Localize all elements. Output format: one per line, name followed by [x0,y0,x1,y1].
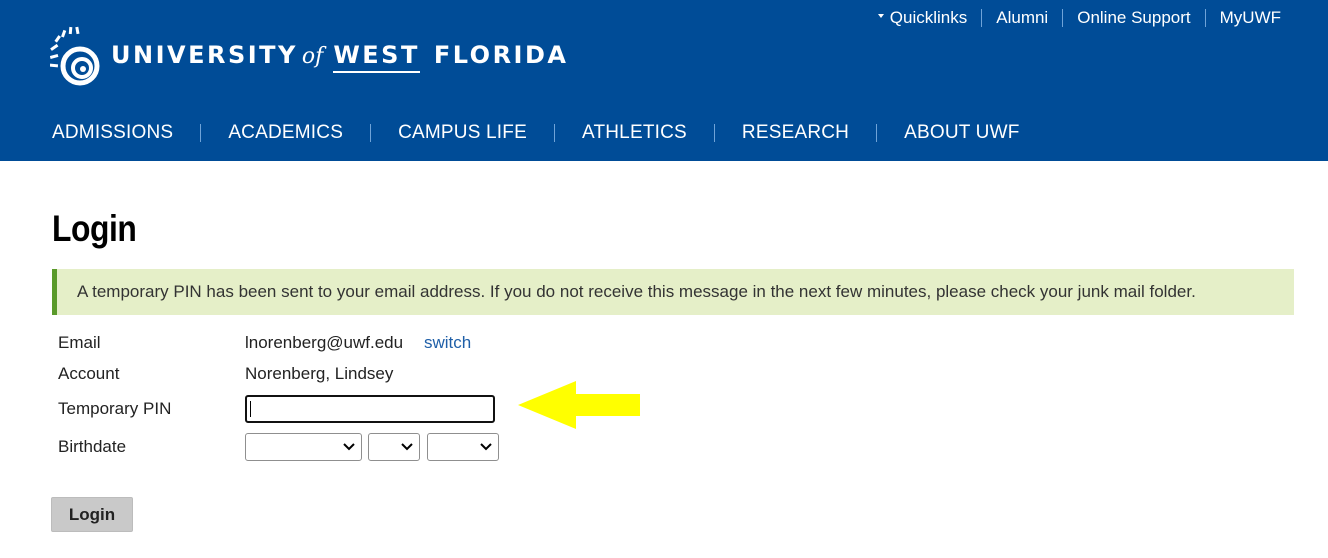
utility-nav: Quicklinks Alumni Online Support MyUWF [877,8,1281,28]
nav-research[interactable]: RESEARCH [742,122,849,144]
quicklinks-link[interactable]: Quicklinks [890,8,967,28]
pin-sent-alert: A temporary PIN has been sent to your em… [52,269,1294,315]
birthdate-day-select[interactable] [368,433,420,461]
online-support-link[interactable]: Online Support [1077,8,1190,28]
logo-text-of: of [301,44,324,69]
caret-down-icon [877,14,884,18]
site-header: UNIVERSITY of WEST FLORIDA Quicklinks Al… [0,0,1328,161]
nav-athletics[interactable]: ATHLETICS [582,122,687,144]
divider [370,124,372,142]
nav-about-uwf[interactable]: ABOUT UWF [904,122,1019,144]
birthdate-label: Birthdate [58,437,127,456]
page-title: Login [52,208,137,249]
account-label: Account [58,364,120,383]
divider [200,124,202,142]
nav-admissions[interactable]: ADMISSIONS [52,122,173,144]
switch-account-link[interactable]: switch [424,333,471,353]
alumni-link[interactable]: Alumni [996,8,1048,28]
divider [981,9,983,27]
login-button[interactable]: Login [51,497,133,532]
divider [553,124,555,142]
logo-wordmark: UNIVERSITY of WEST FLORIDA [111,41,568,73]
account-value: Norenberg, Lindsey [245,364,394,383]
annotation-arrow-icon [518,381,640,429]
divider [1204,9,1206,27]
text-cursor [250,401,251,417]
logo-text-florida: FLORIDA [433,41,569,69]
temporary-pin-label: Temporary PIN [58,399,172,418]
alert-message: A temporary PIN has been sent to your em… [77,282,1196,301]
divider [876,124,878,142]
uwf-logo-icon [50,26,100,86]
email-value: lnorenberg@uwf.edu [245,333,404,352]
birthdate-year-select[interactable] [427,433,499,461]
divider [713,124,715,142]
birthdate-month-select[interactable] [245,433,362,461]
chevron-down-icon [401,443,413,451]
chevron-down-icon [343,443,355,451]
myuwf-link[interactable]: MyUWF [1220,8,1281,28]
nav-academics[interactable]: ACADEMICS [228,122,343,144]
divider [1062,9,1064,27]
main-nav: ADMISSIONS ACADEMICS CAMPUS LIFE ATHLETI… [52,121,1020,145]
nav-campus-life[interactable]: CAMPUS LIFE [398,122,527,144]
email-label: Email [58,333,101,352]
site-logo[interactable]: UNIVERSITY of WEST FLORIDA [50,26,568,88]
logo-text-university: UNIVERSITY [111,41,298,69]
temporary-pin-input[interactable] [245,395,495,423]
logo-text-west: WEST [333,41,420,73]
chevron-down-icon [480,443,492,451]
